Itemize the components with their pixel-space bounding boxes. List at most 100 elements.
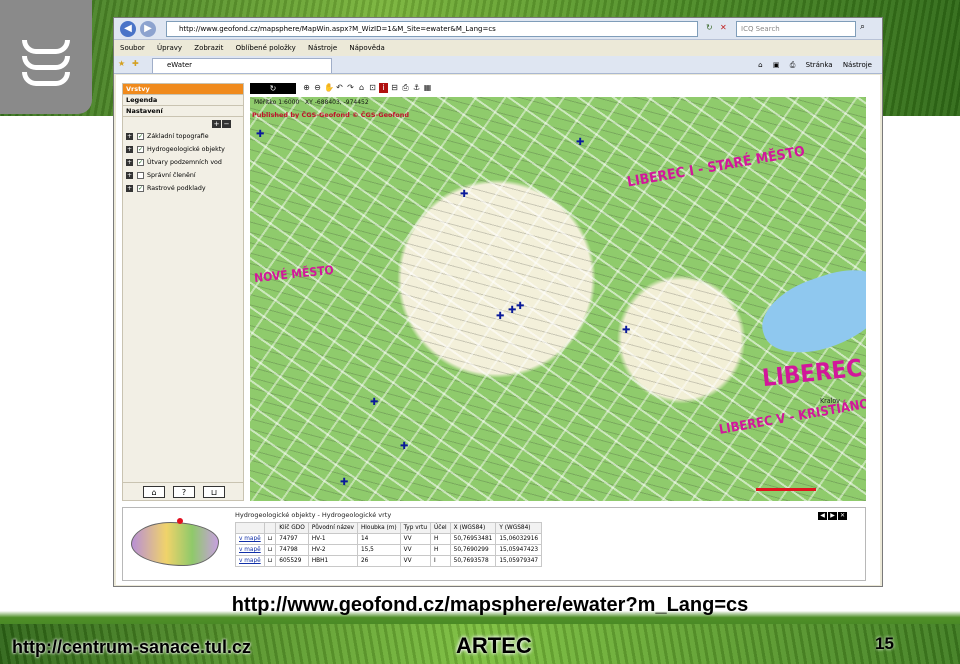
expand-icon[interactable]: +	[126, 184, 133, 192]
anchor-icon[interactable]: ⚓	[412, 83, 421, 93]
column-header	[263, 522, 277, 534]
results-controls: ◀ ▶ ✕	[817, 510, 847, 520]
menu-item[interactable]: Nástroje	[308, 44, 337, 52]
layer-item[interactable]: + ✓ Hydrogeologické objekty	[126, 143, 225, 156]
cell: 15,06032916	[495, 533, 543, 545]
refresh-icon[interactable]: ↻	[706, 23, 713, 32]
home-view-icon[interactable]: ⌂	[143, 486, 165, 498]
layer-item[interactable]: + ✓ Rastrové podklady	[126, 182, 225, 195]
refresh-map-button[interactable]: ↻	[250, 83, 296, 94]
cell: VV	[399, 544, 432, 556]
map-toolbar: ↻ ⊕ ⊖ ✋ ↶ ↷ ⌂ ⊡ i ⊟ ⎙ ⚓ ▦	[250, 83, 870, 95]
cell: 14	[356, 533, 401, 545]
layer-item[interactable]: + ✓ Základní topografie	[126, 130, 225, 143]
tools-menu[interactable]: Nástroje	[843, 61, 872, 69]
borehole-marker[interactable]: ✚	[460, 189, 468, 200]
full-extent-icon[interactable]: ⌂	[357, 83, 366, 93]
expand-icon[interactable]: +	[126, 158, 133, 166]
borehole-marker[interactable]: ✚	[256, 129, 264, 140]
show-in-map-link[interactable]: v mapě	[239, 547, 261, 553]
menu-item[interactable]: Soubor	[120, 44, 145, 52]
layer-checkbox[interactable]: ✓	[137, 184, 144, 192]
next-icon[interactable]: ▶	[828, 512, 837, 520]
layer-item[interactable]: + ✓ Útvary podzemních vod	[126, 156, 225, 169]
table-row: v mapě ⊔ 605529 HBH1 26 VV I 50,7693578 …	[235, 555, 543, 567]
czech-republic-shape	[131, 522, 219, 566]
layer-label: Hydrogeologické objekty	[147, 146, 225, 153]
zoom-next-icon[interactable]: ↷	[346, 83, 355, 93]
print-icon[interactable]: ⎙	[790, 61, 796, 69]
overview-map[interactable]	[127, 514, 223, 572]
cell: v mapě	[235, 533, 265, 545]
close-icon[interactable]: ✕	[838, 512, 847, 520]
borehole-marker[interactable]: ✚	[400, 441, 408, 452]
help-icon[interactable]: ?	[173, 486, 195, 498]
expand-icon[interactable]: +	[126, 132, 133, 140]
layer-item[interactable]: + Správní členění	[126, 169, 225, 182]
favorites-star-icon[interactable]: ★	[118, 59, 125, 68]
borehole-marker[interactable]: ✚	[496, 311, 504, 322]
cell: v mapě	[235, 555, 265, 567]
tab-legenda[interactable]: Legenda	[123, 95, 243, 106]
show-in-map-link[interactable]: v mapě	[239, 536, 261, 542]
column-header: Účel	[430, 522, 451, 534]
borehole-marker[interactable]: ✚	[340, 477, 348, 488]
tab-vrstvy[interactable]: Vrstvy	[123, 84, 243, 95]
add-favorite-icon[interactable]: ✚	[132, 59, 139, 68]
zoom-out-icon[interactable]: ⊖	[313, 83, 322, 93]
layer-checkbox[interactable]: ✓	[137, 145, 144, 153]
menu-item[interactable]: Úpravy	[157, 44, 182, 52]
home-icon[interactable]: ⌂	[758, 61, 762, 69]
expand-icon[interactable]: +	[126, 171, 133, 179]
map-label: LIBEREC I - STARÉ MĚSTO	[625, 143, 807, 191]
borehole-marker[interactable]: ✚	[622, 325, 630, 336]
page-menu[interactable]: Stránka	[806, 61, 833, 69]
cell: H	[430, 544, 451, 556]
menu-item[interactable]: Oblíbené položky	[236, 44, 296, 52]
search-input[interactable]: ICQ Search	[736, 21, 856, 37]
cell: 605529	[275, 555, 309, 567]
search-icon[interactable]: ⌕	[860, 22, 865, 32]
borehole-marker[interactable]: ✚	[576, 137, 584, 148]
collapse-all-icon[interactable]: −	[222, 120, 231, 128]
grid-icon[interactable]: ▦	[423, 83, 432, 93]
layer-label: Správní členění	[147, 172, 196, 179]
expand-all-icon[interactable]: +	[212, 120, 221, 128]
feeds-icon[interactable]: ▣	[773, 61, 780, 69]
published-by: Published by ČGS-Geofond © ČGS-Geofond	[252, 111, 410, 119]
menu-item[interactable]: Nápověda	[349, 44, 384, 52]
basket-icon[interactable]: ⊔	[263, 533, 277, 545]
zoom-prev-icon[interactable]: ↶	[335, 83, 344, 93]
prev-icon[interactable]: ◀	[818, 512, 827, 520]
layer-checkbox[interactable]: ✓	[137, 132, 144, 140]
print-map-icon[interactable]: ⎙	[401, 83, 410, 93]
layer-checkbox[interactable]	[137, 171, 144, 179]
expand-icon[interactable]: +	[126, 145, 133, 153]
location-pin-icon	[177, 518, 183, 524]
back-icon[interactable]: ◀	[120, 21, 136, 37]
menu-item[interactable]: Zobrazit	[194, 44, 223, 52]
measure-icon[interactable]: ⊟	[390, 83, 399, 93]
zoom-window-icon[interactable]: ⊡	[368, 83, 377, 93]
basket-icon[interactable]: ⊔	[263, 555, 277, 567]
table-row: v mapě ⊔ 74798 HV-2 15,5 VV H 50,7690299…	[235, 544, 543, 556]
stop-icon[interactable]: ✕	[720, 23, 727, 32]
cell: 15,05947423	[495, 544, 543, 556]
map-view[interactable]: Měřítko 1:6000 XY -688403, -974452 Publi…	[250, 97, 866, 501]
logo-wave-1	[22, 40, 70, 54]
pan-icon[interactable]: ✋	[324, 83, 334, 93]
forward-icon[interactable]: ▶	[140, 21, 156, 37]
tab-nastaveni[interactable]: Nastavení	[123, 106, 243, 117]
address-input[interactable]: http://www.geofond.cz/mapsphere/MapWin.a…	[166, 21, 698, 37]
show-in-map-link[interactable]: v mapě	[239, 558, 261, 564]
layer-label: Rastrové podklady	[147, 185, 206, 192]
map-label: LIBEREC	[760, 353, 864, 393]
basket-icon[interactable]: ⊔	[263, 544, 277, 556]
zoom-in-icon[interactable]: ⊕	[302, 83, 311, 93]
info-icon[interactable]: i	[379, 83, 388, 93]
tab-ewater[interactable]: eWater	[152, 58, 332, 73]
layer-checkbox[interactable]: ✓	[137, 158, 144, 166]
borehole-marker[interactable]: ✚	[370, 397, 378, 408]
borehole-marker[interactable]: ✚	[516, 301, 524, 312]
basket-icon[interactable]: ⊔	[203, 486, 225, 498]
